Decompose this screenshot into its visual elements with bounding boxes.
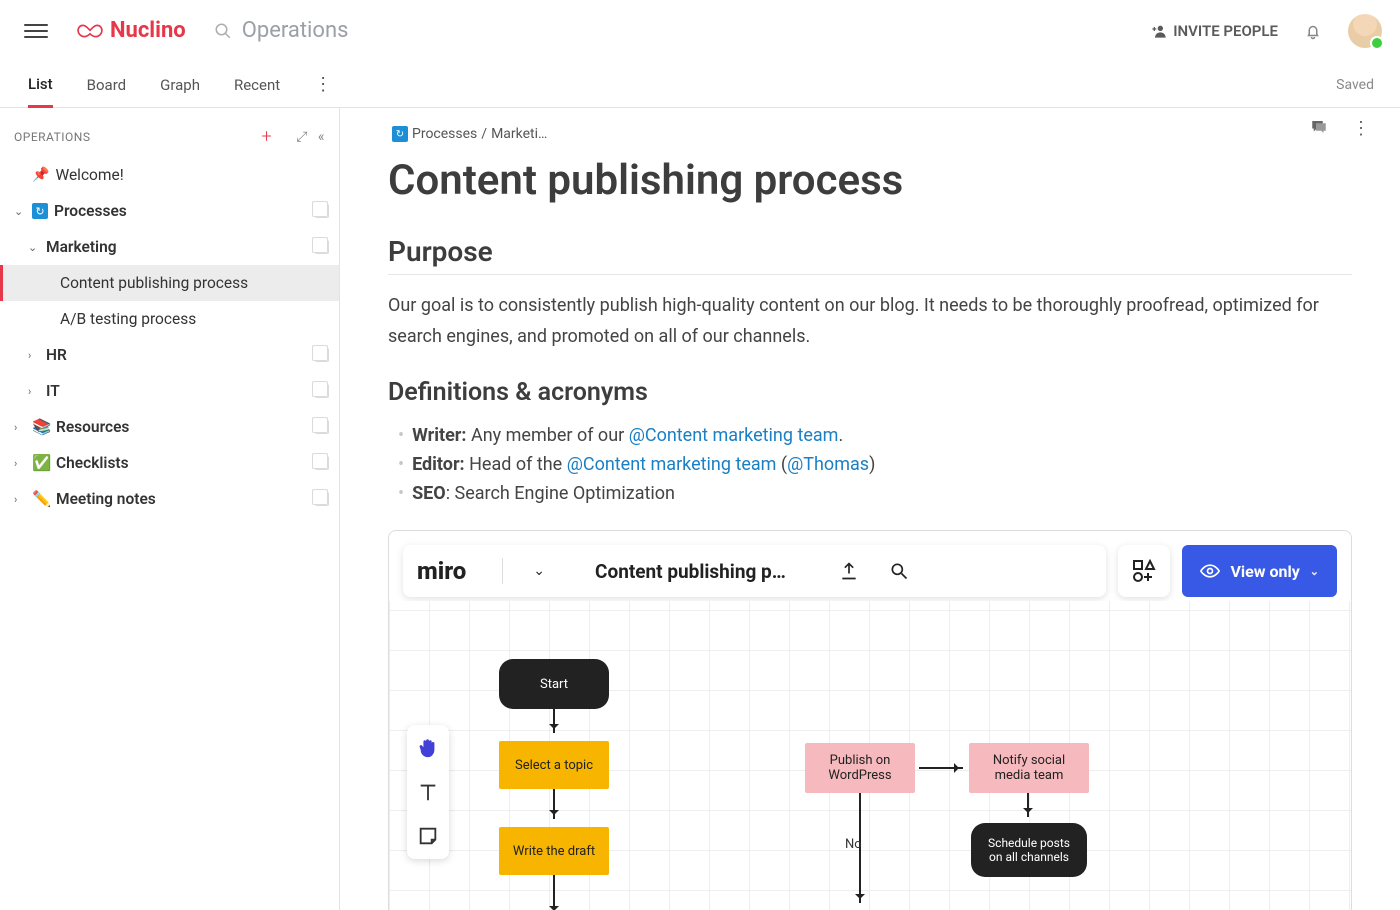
save-status: Saved: [1336, 77, 1374, 93]
sidebar-item-resources[interactable]: ›📚 Resources: [0, 409, 339, 445]
arrow: [553, 789, 555, 819]
sidebar-item-hr[interactable]: › HR: [0, 337, 339, 373]
miro-toolbar: [407, 725, 449, 859]
heading-purpose[interactable]: Purpose: [388, 235, 1352, 275]
miro-board-title[interactable]: Content publishing p…: [595, 560, 815, 583]
miro-embed: miro ⌄ Content publishing p… View only ⌄: [388, 530, 1352, 910]
copy-icon[interactable]: [315, 384, 329, 398]
tree: 📌 Welcome! ⌄ ↻ Processes ⌄ Marketing Con…: [0, 157, 339, 517]
notification-icon[interactable]: [1304, 22, 1322, 40]
node-schedule[interactable]: Schedule posts on all channels: [971, 823, 1087, 877]
decision-label-no: No: [845, 837, 862, 852]
search-input[interactable]: Operations: [214, 18, 1152, 43]
purpose-text[interactable]: Our goal is to consistently publish high…: [388, 291, 1352, 352]
list-item[interactable]: Editor: Head of the @Content marketing t…: [398, 450, 1352, 479]
sidebar-item-ab-testing[interactable]: A/B testing process: [0, 301, 339, 337]
invite-people-icon: [1151, 24, 1167, 38]
main-content: ⋮ ↻ Processes / Marketi… Content publish…: [340, 108, 1400, 910]
arrow: [1027, 793, 1029, 817]
sidebar-item-it[interactable]: › IT: [0, 373, 339, 409]
miro-canvas[interactable]: Start Select a topic Write the draft Pub…: [389, 601, 1351, 910]
node-publish[interactable]: Publish on WordPress: [805, 743, 915, 793]
node-notify[interactable]: Notify social media team: [969, 743, 1089, 793]
copy-icon[interactable]: [315, 204, 329, 218]
sidebar-item-content-publishing[interactable]: Content publishing process: [0, 265, 339, 301]
mention-content-team[interactable]: @Content marketing team: [567, 454, 777, 475]
chevron-down-icon[interactable]: ⌄: [533, 563, 545, 579]
arrow: [553, 709, 555, 733]
collapse-icon[interactable]: «: [318, 129, 325, 145]
invite-button[interactable]: INVITE PEOPLE: [1151, 22, 1278, 40]
hand-tool-icon[interactable]: [413, 733, 443, 763]
brain-icon: [76, 20, 104, 42]
comments-icon[interactable]: [1310, 118, 1328, 141]
expand-icon[interactable]: ⤢: [296, 129, 308, 145]
search-icon[interactable]: [887, 559, 911, 583]
copy-icon[interactable]: [315, 492, 329, 506]
heading-definitions[interactable]: Definitions & acronyms: [388, 378, 1352, 407]
miro-logo[interactable]: miro: [417, 557, 466, 585]
menu-icon[interactable]: [24, 19, 48, 43]
tabs-more-icon[interactable]: ⋮: [314, 74, 332, 95]
check-icon: ✅: [32, 454, 50, 472]
search-icon: [214, 22, 232, 40]
pencil-icon: ✏️: [32, 490, 50, 508]
sidebar-item-marketing[interactable]: ⌄ Marketing: [0, 229, 339, 265]
search-placeholder: Operations: [242, 18, 349, 43]
more-icon[interactable]: ⋮: [1352, 118, 1370, 141]
view-only-button[interactable]: View only ⌄: [1182, 545, 1337, 597]
tab-board[interactable]: Board: [87, 64, 126, 106]
list-item[interactable]: Writer: Any member of our @Content marke…: [398, 421, 1352, 450]
tab-recent[interactable]: Recent: [234, 64, 280, 106]
mention-thomas[interactable]: @Thomas: [787, 454, 869, 475]
topbar: Nuclino Operations INVITE PEOPLE: [0, 0, 1400, 62]
chevron-down-icon: ⌄: [1310, 565, 1319, 578]
tab-list[interactable]: List: [28, 63, 53, 108]
page-title[interactable]: Content publishing process: [388, 156, 1352, 205]
shapes-button[interactable]: [1118, 545, 1170, 597]
eye-icon: [1200, 564, 1220, 578]
text-tool-icon[interactable]: [413, 777, 443, 807]
sticky-tool-icon[interactable]: [413, 821, 443, 851]
list-item[interactable]: SEO: Search Engine Optimization: [398, 479, 1352, 508]
recycle-icon: ↻: [32, 203, 48, 219]
view-tabs: List Board Graph Recent ⋮ Saved: [0, 62, 1400, 108]
arrow: [919, 767, 963, 769]
upload-icon[interactable]: [837, 559, 861, 583]
sidebar-item-processes[interactable]: ⌄ ↻ Processes: [0, 193, 339, 229]
sidebar-item-meeting-notes[interactable]: ›✏️ Meeting notes: [0, 481, 339, 517]
node-write-draft[interactable]: Write the draft: [499, 827, 609, 875]
tab-graph[interactable]: Graph: [160, 64, 200, 106]
copy-icon[interactable]: [315, 420, 329, 434]
node-start[interactable]: Start: [499, 659, 609, 709]
books-icon: 📚: [32, 418, 50, 436]
breadcrumb[interactable]: ↻ Processes / Marketi…: [392, 126, 1352, 142]
sidebar: OPERATIONS + ⤢ « 📌 Welcome! ⌄ ↻ Processe…: [0, 108, 340, 910]
avatar[interactable]: [1348, 14, 1382, 48]
copy-icon[interactable]: [315, 456, 329, 470]
sidebar-item-checklists[interactable]: ›✅ Checklists: [0, 445, 339, 481]
arrow: [553, 875, 555, 910]
invite-label: INVITE PEOPLE: [1173, 22, 1278, 40]
add-item-button[interactable]: +: [262, 126, 273, 147]
sidebar-item-welcome[interactable]: 📌 Welcome!: [0, 157, 339, 193]
copy-icon[interactable]: [315, 240, 329, 254]
mention-content-team[interactable]: @Content marketing team: [629, 425, 839, 446]
brand-logo[interactable]: Nuclino: [76, 18, 186, 43]
recycle-icon: ↻: [392, 126, 408, 142]
miro-header: miro ⌄ Content publishing p…: [403, 545, 1106, 597]
brand-text: Nuclino: [110, 18, 186, 43]
definitions-list[interactable]: Writer: Any member of our @Content marke…: [398, 421, 1352, 508]
copy-icon[interactable]: [315, 348, 329, 362]
sidebar-title: OPERATIONS: [14, 130, 262, 144]
node-select-topic[interactable]: Select a topic: [499, 741, 609, 789]
